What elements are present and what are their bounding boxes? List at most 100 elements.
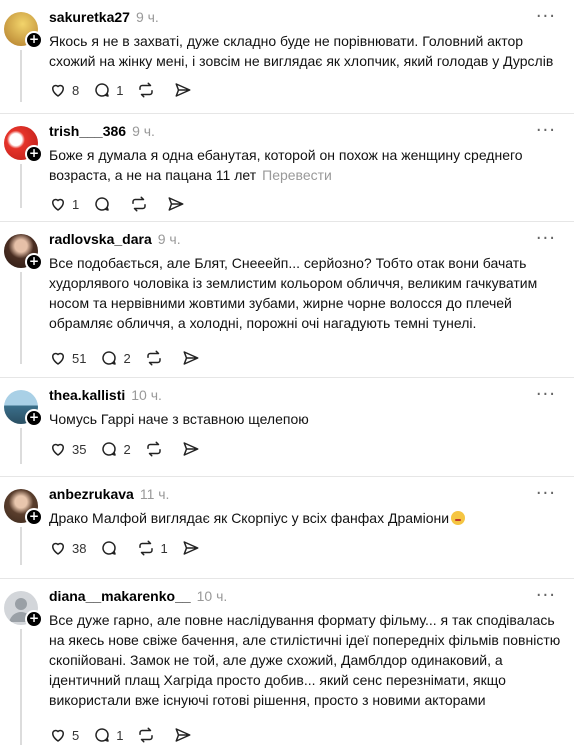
comment-post: + sakuretka27 9 ч. ··· Якось я не в захва… bbox=[0, 0, 574, 114]
follow-plus-icon[interactable]: + bbox=[25, 253, 43, 271]
reply-button[interactable]: 1 bbox=[93, 81, 123, 99]
repost-icon bbox=[132, 196, 146, 212]
reply-button[interactable] bbox=[93, 195, 116, 213]
username[interactable]: trish___386 bbox=[49, 123, 126, 139]
like-button[interactable]: 38 bbox=[49, 539, 86, 557]
like-button[interactable]: 8 bbox=[49, 81, 79, 99]
action-bar: 35 2 bbox=[49, 440, 214, 458]
repost-icon bbox=[139, 82, 154, 98]
follow-plus-icon[interactable]: + bbox=[25, 508, 43, 526]
repost-button[interactable] bbox=[130, 195, 153, 213]
follow-plus-icon[interactable]: + bbox=[25, 145, 43, 163]
comment-header: trish___386 9 ч. bbox=[49, 123, 155, 139]
like-button[interactable]: 1 bbox=[49, 195, 79, 213]
send-icon bbox=[183, 442, 199, 456]
share-button[interactable] bbox=[182, 539, 200, 557]
thread-line bbox=[20, 629, 22, 745]
repost-button[interactable]: 1 bbox=[137, 539, 168, 557]
comment-text: Все подобається, але Блят, Снееейп... се… bbox=[49, 253, 569, 333]
comment-text-content: Якось я не в захваті, дуже складно буде … bbox=[49, 33, 554, 69]
heart-icon bbox=[52, 352, 64, 365]
avatar[interactable]: + bbox=[4, 234, 43, 271]
action-bar: 8 1 bbox=[49, 81, 206, 99]
timestamp[interactable]: 9 ч. bbox=[158, 231, 181, 247]
repost-button[interactable] bbox=[145, 440, 168, 458]
avatar[interactable]: + bbox=[4, 591, 43, 628]
thread-line bbox=[20, 428, 22, 464]
comment-icon bbox=[95, 197, 109, 211]
send-icon bbox=[175, 83, 191, 97]
like-count: 35 bbox=[72, 441, 87, 457]
avatar[interactable]: + bbox=[4, 489, 43, 526]
comment-post: + thea.kallisti 10 ч. ··· Чомусь Гаррі на… bbox=[0, 378, 574, 477]
comment-text-content: Чомусь Гаррі наче з вставною щелепою bbox=[49, 411, 309, 427]
follow-plus-icon[interactable]: + bbox=[25, 409, 43, 427]
timestamp[interactable]: 11 ч. bbox=[140, 486, 170, 502]
like-button[interactable]: 35 bbox=[49, 440, 86, 458]
like-count: 5 bbox=[72, 727, 80, 743]
like-count: 38 bbox=[72, 540, 87, 556]
like-button[interactable]: 5 bbox=[49, 726, 79, 744]
username[interactable]: sakuretka27 bbox=[49, 9, 130, 25]
avatar[interactable]: + bbox=[4, 126, 43, 163]
share-button[interactable] bbox=[167, 195, 185, 213]
send-icon bbox=[183, 351, 199, 365]
translate-link[interactable]: Перевести bbox=[262, 167, 332, 183]
comment-text: Чомусь Гаррі наче з вставною щелепою bbox=[49, 409, 569, 429]
reply-button[interactable]: 1 bbox=[93, 726, 123, 744]
comment-header: anbezrukava 11 ч. bbox=[49, 486, 169, 502]
more-options-icon[interactable]: ··· bbox=[536, 228, 556, 249]
comment-text-content: Все подобається, але Блят, Снееейп... се… bbox=[49, 255, 538, 331]
comment-header: sakuretka27 9 ч. bbox=[49, 9, 159, 25]
comment-post: + trish___386 9 ч. ··· Боже я думала я од… bbox=[0, 114, 574, 222]
more-options-icon[interactable]: ··· bbox=[536, 483, 556, 504]
username[interactable]: anbezrukava bbox=[49, 486, 134, 502]
more-options-icon[interactable]: ··· bbox=[536, 585, 556, 606]
follow-plus-icon[interactable]: + bbox=[25, 31, 43, 49]
username[interactable]: diana__makarenko__ bbox=[49, 588, 191, 604]
send-icon bbox=[168, 197, 184, 211]
comment-text: Драко Малфой виглядає як Скорпіус у всіх… bbox=[49, 508, 569, 528]
avatar[interactable]: + bbox=[4, 390, 43, 427]
avatar[interactable]: + bbox=[4, 12, 43, 49]
comment-post: + radlovska_dara 9 ч. ··· Все подобається… bbox=[0, 222, 574, 378]
share-button[interactable] bbox=[182, 440, 200, 458]
more-options-icon[interactable]: ··· bbox=[536, 120, 556, 141]
thread-line bbox=[20, 164, 22, 208]
share-button[interactable] bbox=[182, 349, 200, 367]
share-button[interactable] bbox=[174, 726, 192, 744]
repost-button[interactable] bbox=[137, 726, 160, 744]
timestamp[interactable]: 9 ч. bbox=[136, 9, 159, 25]
reply-button[interactable] bbox=[100, 539, 123, 557]
like-button[interactable]: 51 bbox=[49, 349, 86, 367]
comment-header: thea.kallisti 10 ч. bbox=[49, 387, 162, 403]
reply-button[interactable]: 2 bbox=[100, 440, 131, 458]
share-button[interactable] bbox=[174, 81, 192, 99]
send-icon bbox=[175, 728, 191, 742]
reply-count: 2 bbox=[123, 441, 131, 457]
reply-count: 1 bbox=[116, 727, 124, 743]
repost-button[interactable] bbox=[145, 349, 168, 367]
username[interactable]: radlovska_dara bbox=[49, 231, 152, 247]
comment-icon bbox=[102, 541, 117, 555]
repost-count: 1 bbox=[160, 540, 168, 556]
timestamp[interactable]: 9 ч. bbox=[132, 123, 155, 139]
more-options-icon[interactable]: ··· bbox=[536, 6, 556, 27]
follow-plus-icon[interactable]: + bbox=[25, 610, 43, 628]
action-bar: 38 1 bbox=[49, 539, 214, 557]
thread-line bbox=[20, 527, 22, 565]
comment-feed: + sakuretka27 9 ч. ··· Якось я не в захва… bbox=[0, 0, 574, 755]
timestamp[interactable]: 10 ч. bbox=[197, 588, 228, 604]
comment-post: + anbezrukava 11 ч. ··· Драко Малфой вигл… bbox=[0, 477, 574, 579]
more-options-icon[interactable]: ··· bbox=[536, 384, 556, 405]
comment-icon bbox=[102, 442, 117, 456]
like-count: 51 bbox=[72, 350, 87, 366]
reply-button[interactable]: 2 bbox=[100, 349, 131, 367]
repost-button[interactable] bbox=[137, 81, 160, 99]
heart-icon bbox=[52, 729, 64, 742]
repost-icon bbox=[139, 727, 154, 743]
comment-text-content: Драко Малфой виглядає як Скорпіус у всіх… bbox=[49, 510, 450, 526]
timestamp[interactable]: 10 ч. bbox=[131, 387, 162, 403]
comment-icon bbox=[102, 351, 117, 365]
username[interactable]: thea.kallisti bbox=[49, 387, 125, 403]
